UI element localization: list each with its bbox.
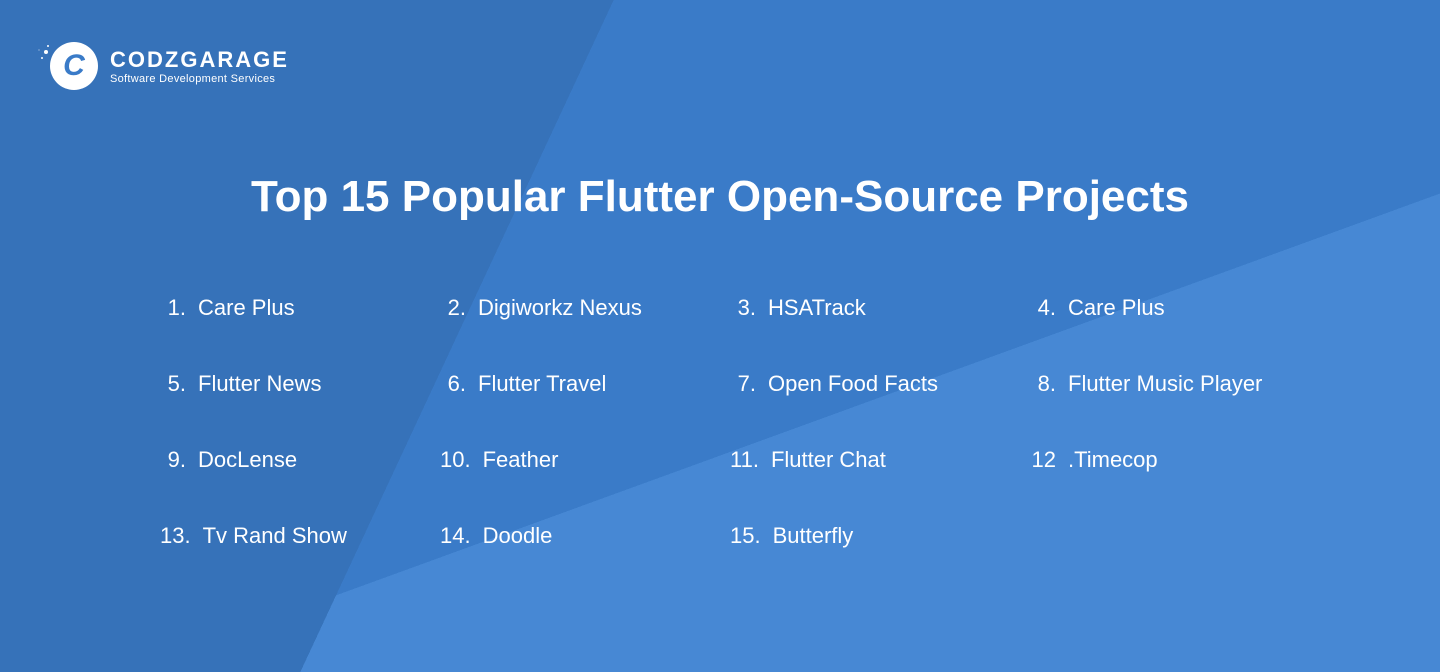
item-number: 1. <box>160 295 198 321</box>
list-item: 13. Tv Rand Show <box>160 523 440 549</box>
item-name: .Timecop <box>1068 447 1158 473</box>
list-item: 2. Digiworkz Nexus <box>440 295 730 321</box>
item-name: Flutter Travel <box>478 371 606 397</box>
brand-logo: C CODZGARAGE Software Development Servic… <box>50 42 289 90</box>
item-name: DocLense <box>198 447 297 473</box>
brand-name: CODZGARAGE <box>110 47 289 73</box>
item-number: 5. <box>160 371 198 397</box>
item-number: 11. <box>730 447 771 473</box>
logo-letter: C <box>63 49 85 83</box>
item-number: 12 <box>1030 447 1068 473</box>
item-name: Flutter News <box>198 371 321 397</box>
item-name: Care Plus <box>1068 295 1165 321</box>
item-name: HSATrack <box>768 295 866 321</box>
item-number: 15. <box>730 523 773 549</box>
list-item: 7. Open Food Facts <box>730 371 1030 397</box>
list-item: 5. Flutter News <box>160 371 440 397</box>
item-name: Digiworkz Nexus <box>478 295 642 321</box>
list-item: 3. HSATrack <box>730 295 1030 321</box>
page-title: Top 15 Popular Flutter Open-Source Proje… <box>0 172 1440 222</box>
item-number: 14. <box>440 523 483 549</box>
item-name: Tv Rand Show <box>203 523 347 549</box>
item-number: 2. <box>440 295 478 321</box>
logo-icon: C <box>50 42 98 90</box>
list-item: 8. Flutter Music Player <box>1030 371 1320 397</box>
item-name: Flutter Chat <box>771 447 886 473</box>
item-name: Care Plus <box>198 295 295 321</box>
list-item: 14. Doodle <box>440 523 730 549</box>
item-number: 9. <box>160 447 198 473</box>
list-item: 10. Feather <box>440 447 730 473</box>
item-name: Flutter Music Player <box>1068 371 1262 397</box>
item-number: 6. <box>440 371 478 397</box>
item-name: Feather <box>483 447 559 473</box>
item-number: 3. <box>730 295 768 321</box>
brand-tagline: Software Development Services <box>110 73 289 85</box>
item-name: Butterfly <box>773 523 854 549</box>
item-number: 13. <box>160 523 203 549</box>
list-item: 15. Butterfly <box>730 523 1030 549</box>
item-number: 10. <box>440 447 483 473</box>
list-item: 4. Care Plus <box>1030 295 1320 321</box>
list-item: 11. Flutter Chat <box>730 447 1030 473</box>
list-item: 12 .Timecop <box>1030 447 1320 473</box>
list-item: 1. Care Plus <box>160 295 440 321</box>
list-item: 6. Flutter Travel <box>440 371 730 397</box>
item-name: Doodle <box>483 523 553 549</box>
item-name: Open Food Facts <box>768 371 938 397</box>
list-item: 9. DocLense <box>160 447 440 473</box>
item-number: 7. <box>730 371 768 397</box>
logo-text-block: CODZGARAGE Software Development Services <box>110 47 289 85</box>
item-number: 4. <box>1030 295 1068 321</box>
item-number: 8. <box>1030 371 1068 397</box>
projects-list: 1. Care Plus 2. Digiworkz Nexus 3. HSATr… <box>160 295 1320 549</box>
